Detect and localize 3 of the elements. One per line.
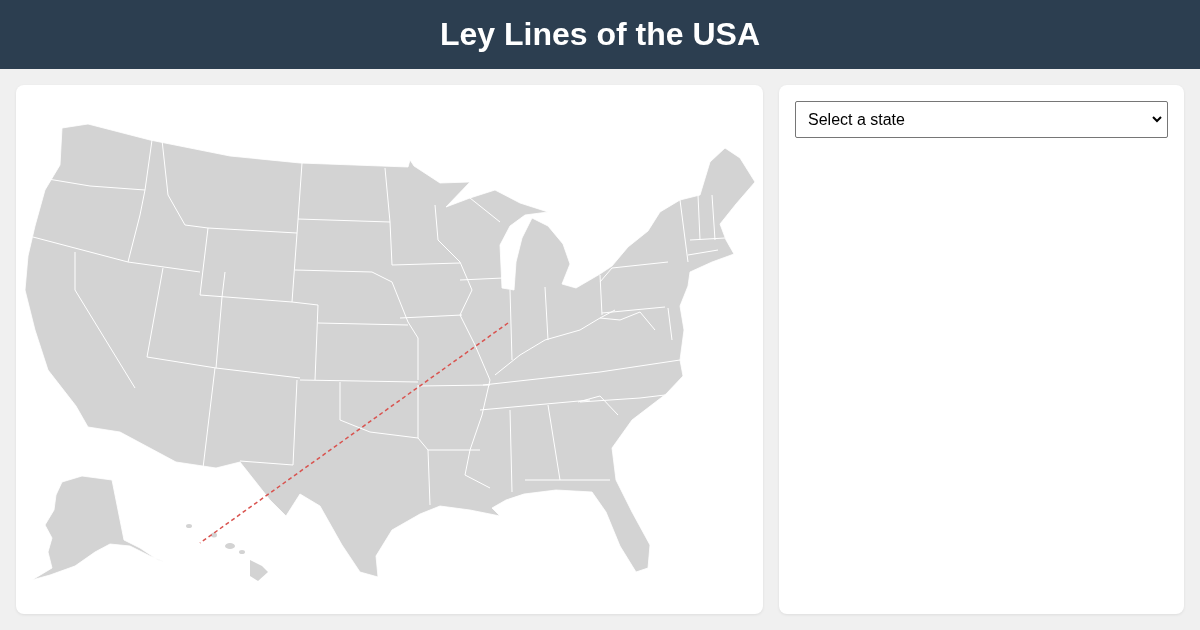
state-select[interactable]: Select a state: [795, 101, 1168, 138]
page-title: Ley Lines of the USA: [439, 16, 760, 53]
chevron-icon: [1152, 116, 1162, 123]
